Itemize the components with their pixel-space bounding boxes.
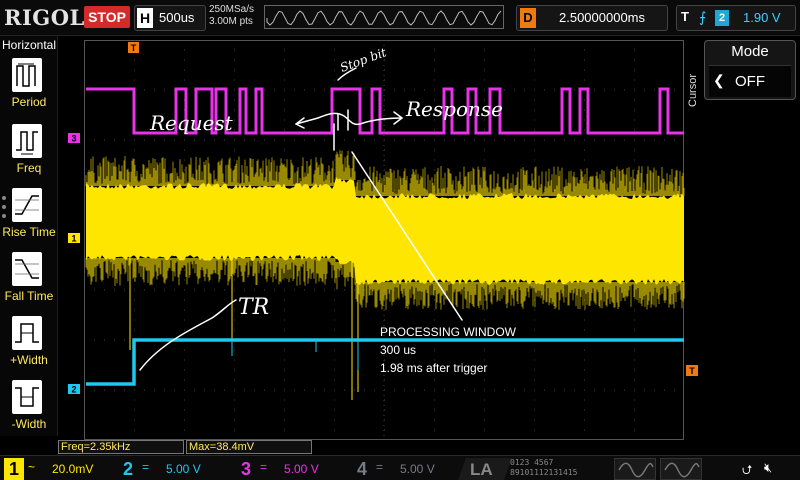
- measure-period[interactable]: Period: [0, 58, 58, 122]
- ch1-scale: 20.0mV: [52, 462, 94, 476]
- ch2-number: 2: [122, 459, 133, 479]
- period-icon: [12, 58, 42, 92]
- ch1-settings[interactable]: 1 ~ 20.0mV: [4, 458, 114, 480]
- delay-value: 2.50000000ms: [559, 10, 646, 25]
- ch2-coupling: =: [142, 460, 150, 474]
- timebase-value: 500us: [159, 10, 195, 25]
- brand-logo: RIGOL: [4, 5, 85, 30]
- ch3-scale: 5.00 V: [284, 462, 319, 476]
- ch1-coupling: ~: [28, 460, 36, 474]
- measure-neg-width[interactable]: -Width: [0, 380, 58, 444]
- ch2-settings[interactable]: 2 = 5.00 V: [118, 458, 230, 480]
- ch2-offset-marker[interactable]: [68, 384, 80, 394]
- freq-readout[interactable]: Freq=2.35kHz: [58, 440, 184, 454]
- ch3-number: 3: [240, 459, 251, 479]
- speaker-muted-icon[interactable]: 🔇︎: [764, 460, 772, 476]
- memory-overview[interactable]: T: [264, 5, 637, 29]
- acquisition-info: 250MSa/s 3.00M pts: [209, 4, 254, 28]
- delay-display[interactable]: D 2.50000000ms: [516, 5, 668, 31]
- mode-value: OFF: [735, 73, 765, 90]
- la-row-1: 0123 4567: [510, 458, 554, 467]
- waveform-display[interactable]: [84, 40, 684, 440]
- rising-edge-icon: ⨍: [699, 9, 707, 25]
- sine-wave-icon: [664, 462, 700, 478]
- delay-tag: D: [520, 8, 536, 28]
- top-status-bar: RIGOL STOP H 500us 250MSa/s 3.00M pts T …: [0, 0, 800, 36]
- ch4-settings[interactable]: 4 = 5.00 V: [352, 458, 460, 480]
- measure-label: Fall Time: [4, 289, 54, 303]
- neg-width-icon: [12, 380, 42, 414]
- pos-width-icon: [12, 316, 42, 350]
- trigger-tag: T: [681, 9, 689, 24]
- ch1-number: 1: [4, 458, 24, 480]
- rise-time-icon: [12, 188, 42, 222]
- trigger-level: 1.90 V: [743, 10, 781, 25]
- sidebar-title: Horizontal: [1, 38, 57, 52]
- ch4-coupling: =: [376, 460, 384, 474]
- memory-waveform: [266, 10, 502, 26]
- measure-label: Freq: [16, 161, 42, 175]
- freq-icon: [12, 124, 42, 158]
- ch4-number: 4: [356, 459, 367, 479]
- measure-freq[interactable]: Freq: [0, 124, 58, 188]
- horizontal-tag: H: [137, 8, 153, 28]
- trigger-level-marker[interactable]: [686, 365, 698, 376]
- run-stop-indicator[interactable]: STOP: [84, 6, 130, 28]
- timebase-display[interactable]: H 500us: [134, 5, 206, 31]
- sample-rate: 250MSa/s: [209, 4, 255, 15]
- measure-label: -Width: [11, 417, 47, 431]
- la-label: LA: [470, 460, 493, 479]
- measure-fall-time[interactable]: Fall Time: [0, 252, 58, 316]
- mode-label: Mode: [731, 43, 769, 60]
- ch3-offset-marker[interactable]: [68, 133, 80, 143]
- measure-label: Rise Time: [2, 225, 56, 239]
- channel-bar: 1 ~ 20.0mV 2 = 5.00 V 3 = 5.00 V 4 = 5.0…: [0, 455, 800, 480]
- ch2-scale: 5.00 V: [166, 462, 201, 476]
- generator-2-button[interactable]: [660, 458, 702, 480]
- ch3-marker-label: 3: [71, 134, 76, 144]
- ch3-coupling: =: [260, 460, 268, 474]
- trigger-level-marker-label: T: [689, 366, 695, 376]
- ch1-marker-label: 1: [71, 234, 76, 244]
- trigger-display[interactable]: T ⨍ 2 1.90 V: [676, 5, 796, 31]
- trigger-source: 2: [715, 10, 729, 26]
- ch4-scale: 5.00 V: [400, 462, 435, 476]
- measure-sidebar: Horizontal Period Freq Rise Time Fall Ti…: [0, 36, 58, 436]
- ch3-settings[interactable]: 3 = 5.00 V: [236, 458, 348, 480]
- usb-icon: ⮍: [742, 462, 753, 477]
- chevron-left-icon: ❮: [713, 72, 725, 88]
- graticule: [84, 40, 684, 440]
- fall-time-icon: [12, 252, 42, 286]
- ch1-offset-marker[interactable]: [68, 233, 80, 243]
- cursor-mode-panel[interactable]: Mode ❮ OFF: [704, 40, 796, 100]
- measure-label: Period: [11, 95, 47, 109]
- memory-depth: 3.00M pts: [209, 16, 253, 27]
- generator-1-button[interactable]: [614, 458, 656, 480]
- la-row-2: 89101112131415: [510, 468, 578, 477]
- mode-selector[interactable]: ❮ OFF: [709, 65, 791, 97]
- measure-rise-time[interactable]: Rise Time: [0, 188, 58, 252]
- measure-label: +Width: [10, 353, 48, 367]
- sine-wave-icon: [618, 462, 654, 478]
- cursor-menu-tab[interactable]: Cursor: [687, 60, 701, 120]
- max-readout[interactable]: Max=38.4mV: [186, 440, 312, 454]
- ch2-marker-label: 2: [71, 385, 76, 395]
- la-channels[interactable]: 0123 4567 89101112131415: [510, 458, 577, 478]
- measure-pos-width[interactable]: +Width: [0, 316, 58, 380]
